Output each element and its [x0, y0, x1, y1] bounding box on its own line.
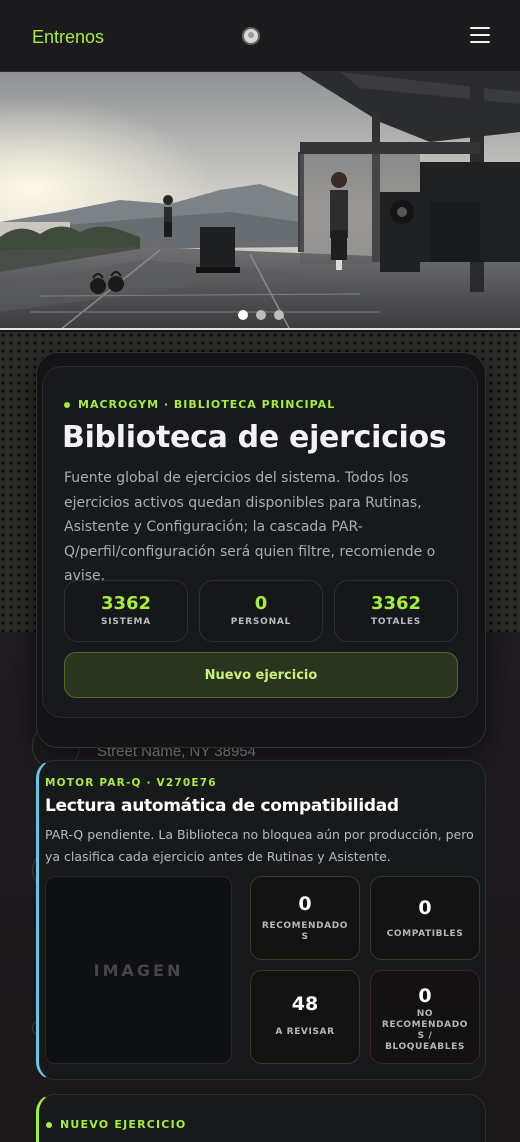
metric-recomendados: 0 RECOMENDADO S — [250, 876, 360, 960]
library-stats: 3362 SISTEMA 0 PERSONAL 3362 TOTALES — [64, 580, 458, 642]
metric-value: 0 — [418, 985, 432, 1007]
stat-totales: 3362 TOTALES — [334, 580, 458, 642]
stat-label: PERSONAL — [230, 617, 292, 627]
new-exercise-eyebrow-text: NUEVO EJERCICIO — [60, 1118, 187, 1131]
stat-personal: 0 PERSONAL — [199, 580, 323, 642]
bullet-dot-icon — [64, 401, 70, 408]
metric-value: 48 — [291, 993, 319, 1015]
rooftop-gym-photo — [0, 72, 520, 328]
metric-label: A REVISAR — [275, 1027, 335, 1037]
stat-sistema: 3362 SISTEMA — [64, 580, 188, 642]
metric-no-recomendados: 0 NO RECOMENDADO S / BLOQUEABLES — [370, 970, 480, 1064]
parq-title: Lectura automática de compatibilidad — [45, 796, 399, 816]
metric-compatibles: 0 COMPATIBLES — [370, 876, 480, 960]
bullet-dot-icon — [46, 1121, 52, 1128]
stat-value: 3362 — [100, 593, 152, 614]
metric-label: NO RECOMENDADO S / BLOQUEABLES — [381, 1009, 469, 1052]
parq-eyebrow: MOTOR PAR-Q · V270E76 — [45, 777, 217, 789]
metric-value: 0 — [298, 893, 312, 915]
new-exercise-button[interactable]: Nuevo ejercicio — [64, 652, 458, 698]
metric-label: COMPATIBLES — [386, 929, 464, 939]
new-exercise-eyebrow: NUEVO EJERCICIO — [46, 1118, 186, 1131]
brand-title[interactable]: Entrenos — [32, 27, 104, 48]
metric-value: 0 — [418, 897, 432, 919]
page-title: Biblioteca de ejercicios — [62, 420, 447, 455]
metric-label: RECOMENDADO S — [261, 921, 349, 942]
stat-label: SISTEMA — [100, 617, 152, 627]
stat-label: TOTALES — [370, 617, 422, 627]
library-description: Fuente global de ejercicios del sistema.… — [64, 470, 436, 584]
image-placeholder: IMAGEN — [45, 876, 232, 1064]
metric-a-revisar: 48 A REVISAR — [250, 970, 360, 1064]
hamburger-menu-icon[interactable] — [470, 27, 490, 43]
carousel-dot-2[interactable] — [256, 310, 266, 320]
carousel-dot-3[interactable] — [274, 310, 284, 320]
stat-value: 3362 — [370, 593, 422, 614]
top-bar: Entrenos — [0, 0, 520, 72]
carousel-dot-1[interactable] — [238, 310, 248, 320]
stat-value: 0 — [254, 593, 268, 614]
parq-description: PAR-Q pendiente. La Biblioteca no bloque… — [45, 827, 474, 864]
user-avatar-icon[interactable] — [242, 27, 260, 45]
library-eyebrow: MACROGYM · BIBLIOTECA PRINCIPAL — [64, 398, 335, 411]
library-eyebrow-text: MACROGYM · BIBLIOTECA PRINCIPAL — [78, 398, 336, 411]
hero-carousel[interactable] — [0, 72, 520, 330]
carousel-dots — [238, 310, 284, 320]
